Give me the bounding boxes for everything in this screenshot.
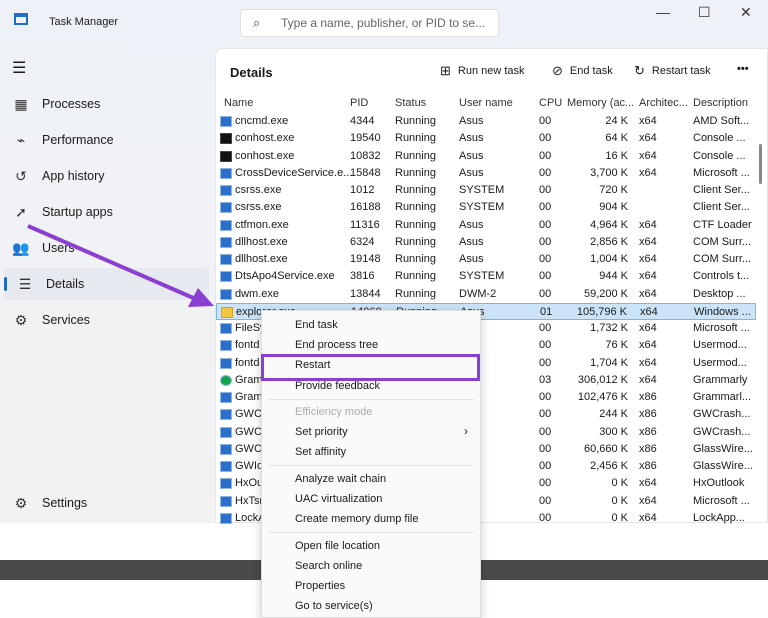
annotation-arrow [27,224,214,307]
